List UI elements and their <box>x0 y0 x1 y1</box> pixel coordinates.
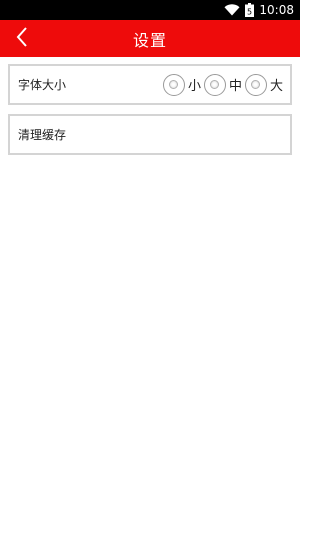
radio-button[interactable] <box>203 73 226 96</box>
status-bar: 5 10:08 <box>0 0 300 20</box>
font-size-options: 小 中 大 <box>161 66 284 103</box>
font-size-row: 字体大小 小 中 大 <box>8 64 292 105</box>
font-size-option-label: 小 <box>187 79 201 94</box>
svg-text:5: 5 <box>247 8 252 17</box>
radio-button[interactable] <box>162 73 185 96</box>
font-size-label: 字体大小 <box>18 78 67 92</box>
wifi-icon <box>224 4 240 16</box>
radio-button[interactable] <box>244 73 267 96</box>
clear-cache-row[interactable]: 清理缓存 <box>8 114 292 155</box>
battery-icon: 5 <box>245 3 255 17</box>
font-size-option-medium[interactable]: 中 <box>203 73 243 96</box>
font-size-option-small[interactable]: 小 <box>162 73 202 96</box>
back-button[interactable] <box>10 26 34 52</box>
status-time: 10:08 <box>259 3 294 17</box>
font-size-option-label: 大 <box>269 79 283 94</box>
font-size-option-label: 中 <box>228 79 242 94</box>
font-size-option-large[interactable]: 大 <box>244 73 284 96</box>
clear-cache-label: 清理缓存 <box>18 128 67 142</box>
page-title: 设置 <box>132 30 167 50</box>
app-header: 设置 <box>0 20 300 57</box>
chevron-left-icon <box>15 26 29 52</box>
